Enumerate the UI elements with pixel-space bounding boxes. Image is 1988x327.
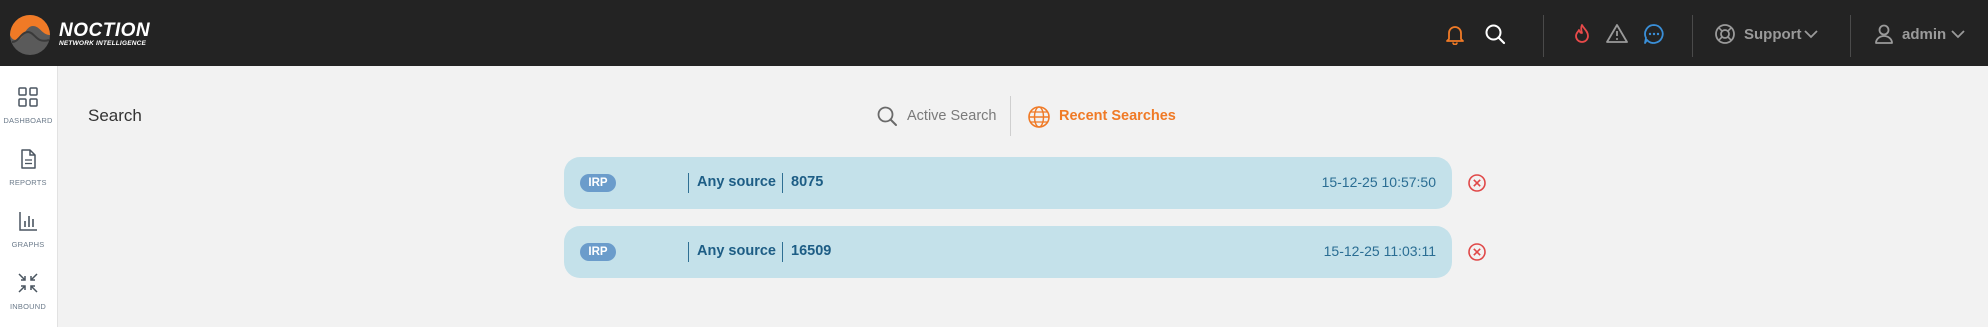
flame-icon[interactable] bbox=[1571, 23, 1593, 45]
search-type-badge: IRP bbox=[580, 174, 616, 192]
sidebar-item-label: INBOUND bbox=[10, 302, 46, 311]
sidebar-item-reports[interactable]: REPORTS bbox=[0, 138, 58, 200]
warning-icon[interactable] bbox=[1606, 23, 1628, 45]
document-icon bbox=[21, 149, 36, 169]
user-menu[interactable]: admin bbox=[1902, 26, 1946, 43]
search-timestamp: 15-12-25 11:03:11 bbox=[1323, 243, 1436, 259]
sidebar-item-label: DASHBOARD bbox=[3, 116, 53, 125]
grid-icon bbox=[18, 87, 38, 107]
recent-search-row[interactable]: IRP Any source 8075 15-12-25 10:57:50 bbox=[564, 157, 1452, 209]
header-divider bbox=[1850, 15, 1851, 57]
search-timestamp: 15-12-25 10:57:50 bbox=[1321, 174, 1436, 190]
sidebar-item-inbound[interactable]: INBOUND bbox=[0, 262, 58, 324]
bar-chart-icon bbox=[19, 212, 37, 231]
header-divider bbox=[1692, 15, 1693, 57]
tab-divider bbox=[1010, 96, 1011, 136]
delete-search-icon[interactable] bbox=[1467, 173, 1487, 193]
brand-name: NOCTION bbox=[59, 20, 151, 41]
support-menu[interactable]: Support bbox=[1744, 26, 1802, 43]
brand-tagline: NETWORK INTELLIGENCE bbox=[59, 40, 147, 47]
search-type-badge: IRP bbox=[580, 243, 616, 261]
header-divider bbox=[1543, 15, 1544, 57]
top-bar: NOCTION NETWORK INTELLIGENCE Support adm… bbox=[0, 0, 1988, 66]
sidebar-item-label: GRAPHS bbox=[11, 240, 45, 249]
search-value: 16509 bbox=[791, 243, 832, 259]
chevron-down-icon[interactable] bbox=[1950, 27, 1966, 41]
globe-icon bbox=[1028, 106, 1050, 128]
sidebar: DASHBOARD REPORTS GRAPHS INBOUND bbox=[0, 66, 58, 327]
lifebuoy-icon[interactable] bbox=[1714, 23, 1736, 45]
chevron-down-icon[interactable] bbox=[1803, 27, 1819, 41]
sidebar-item-label: REPORTS bbox=[9, 178, 47, 187]
search-source: Any source bbox=[697, 174, 776, 190]
sidebar-item-graphs[interactable]: GRAPHS bbox=[0, 200, 58, 262]
row-divider bbox=[688, 242, 689, 262]
tab-label: Active Search bbox=[907, 108, 997, 124]
noction-logo-icon[interactable] bbox=[9, 14, 51, 56]
search-icon bbox=[877, 106, 897, 126]
compress-icon bbox=[18, 273, 38, 293]
bell-icon[interactable] bbox=[1444, 23, 1466, 45]
row-divider bbox=[782, 173, 783, 193]
page-title: Search bbox=[88, 106, 142, 125]
chat-icon[interactable] bbox=[1643, 23, 1665, 45]
search-value: 8075 bbox=[791, 174, 824, 190]
delete-search-icon[interactable] bbox=[1467, 242, 1487, 262]
search-source: Any source bbox=[697, 243, 776, 259]
row-divider bbox=[782, 242, 783, 262]
row-divider bbox=[688, 173, 689, 193]
search-icon[interactable] bbox=[1484, 23, 1506, 45]
tab-label: Recent Searches bbox=[1059, 108, 1176, 124]
user-icon[interactable] bbox=[1873, 23, 1895, 45]
sidebar-item-dashboard[interactable]: DASHBOARD bbox=[0, 76, 58, 138]
recent-search-row[interactable]: IRP Any source 16509 15-12-25 11:03:11 bbox=[564, 226, 1452, 278]
